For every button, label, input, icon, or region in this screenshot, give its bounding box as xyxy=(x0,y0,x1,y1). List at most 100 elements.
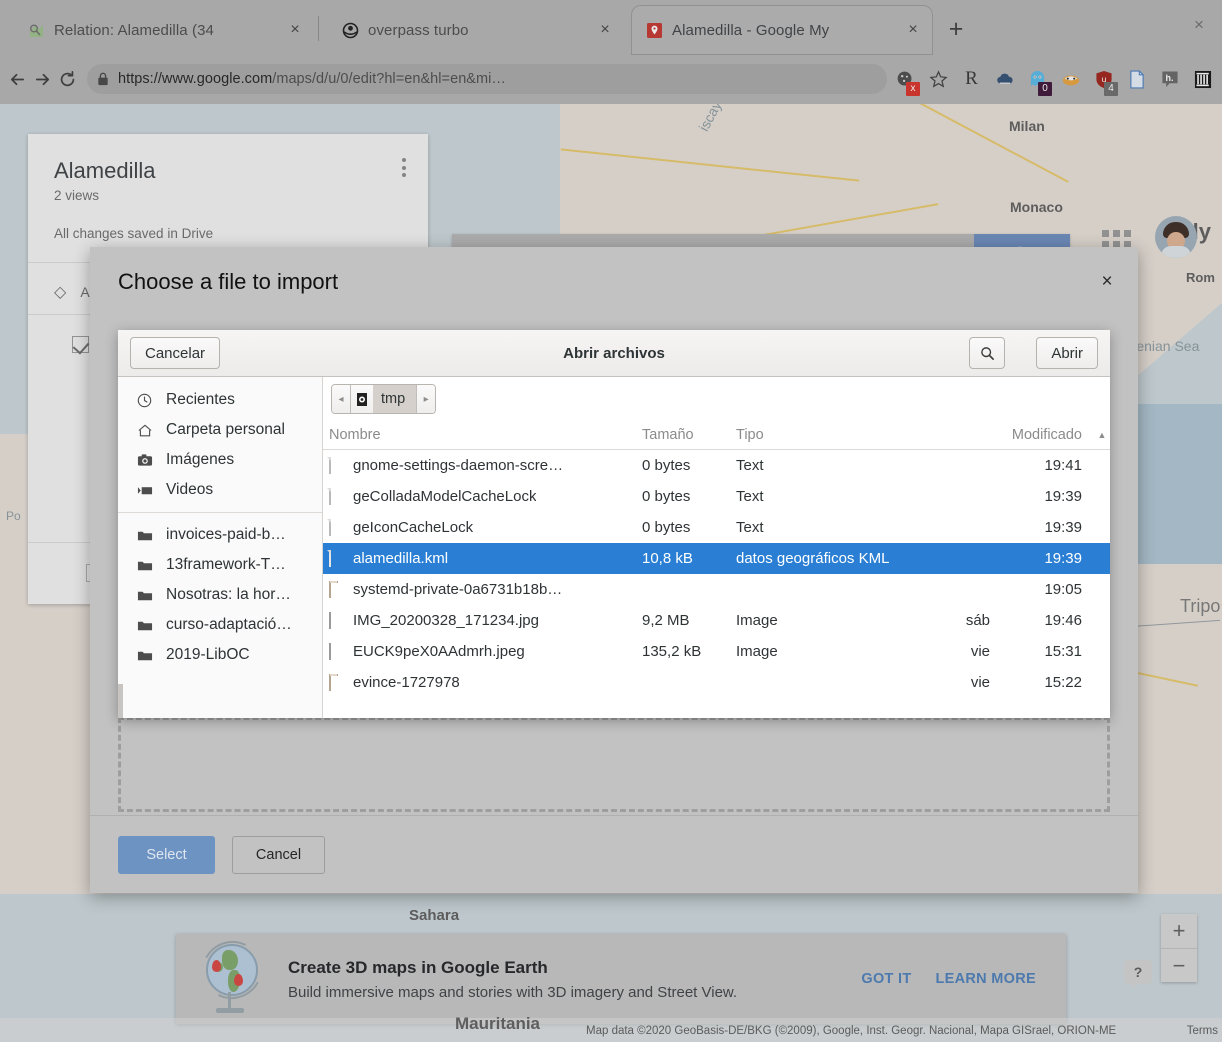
pathbar-row: ◂ tmp ▸ xyxy=(323,377,1110,421)
place-label: Nosotras: la hor… xyxy=(166,586,291,603)
gtk-file-chooser: Cancelar Abrir archivos Abrir Recientes xyxy=(118,330,1110,718)
folder-icon xyxy=(136,529,153,542)
file-modified: 15:22 xyxy=(1044,674,1082,691)
dialog-title: Choose a file to import xyxy=(118,269,339,294)
table-row[interactable]: evince-1727978 vie 15:22 xyxy=(323,667,1110,698)
file-chooser-header: Cancelar Abrir archivos Abrir xyxy=(118,330,1110,377)
table-row[interactable]: EUCK9peX0AAdmrh.jpeg 135,2 kB Image vie … xyxy=(323,636,1110,667)
pathbar-forward-icon[interactable]: ▸ xyxy=(417,385,436,413)
folder-icon xyxy=(329,581,344,598)
bookmark-13framework[interactable]: 13framework-T… xyxy=(118,550,322,580)
file-list[interactable]: Nombre Tamaño Tipo Modificado ▲ gnome-se… xyxy=(323,421,1110,718)
file-modified: 19:41 xyxy=(1044,457,1082,474)
file-day: sáb xyxy=(965,612,990,629)
file-name: geIconCacheLock xyxy=(353,519,474,536)
file-name: systemd-private-0a6731b18b… xyxy=(353,581,563,598)
table-row[interactable]: IMG_20200328_171234.jpg 9,2 MB Image sáb… xyxy=(323,605,1110,636)
file-size: 0 bytes xyxy=(642,457,691,474)
text-file-icon xyxy=(329,488,344,505)
folder-icon xyxy=(136,649,153,662)
table-row-selected[interactable]: alamedilla.kml 10,8 kB datos geográficos… xyxy=(323,543,1110,574)
file-modified: 15:31 xyxy=(1044,643,1082,660)
sort-arrow-icon[interactable]: ▲ xyxy=(1094,430,1110,440)
file-modified: 19:05 xyxy=(1044,581,1082,598)
file-dropzone[interactable] xyxy=(118,717,1110,812)
file-size: 135,2 kB xyxy=(642,643,702,660)
place-label: Videos xyxy=(166,481,214,498)
folder-icon xyxy=(136,589,153,602)
column-header-size[interactable]: Tamaño xyxy=(636,427,730,443)
text-file-icon xyxy=(329,519,344,536)
file-name: evince-1727978 xyxy=(353,674,460,691)
divider xyxy=(118,512,322,513)
folder-icon xyxy=(136,559,153,572)
crumb-label: tmp xyxy=(381,391,406,407)
file-size: 9,2 MB xyxy=(642,612,690,629)
file-type: Image xyxy=(736,643,778,660)
table-row[interactable]: gnome-settings-daemon-scre… 0 bytes Text… xyxy=(323,450,1110,481)
search-icon xyxy=(980,346,994,360)
table-row[interactable]: geIconCacheLock 0 bytes Text 19:39 xyxy=(323,512,1110,543)
sidebar-scrollbar[interactable] xyxy=(118,684,123,718)
table-row[interactable]: geColladaModelCacheLock 0 bytes Text 19:… xyxy=(323,481,1110,512)
file-size: 0 bytes xyxy=(642,519,691,536)
file-name: EUCK9peX0AAdmrh.jpeg xyxy=(353,643,525,660)
close-icon[interactable]: × xyxy=(1094,269,1120,295)
file-chooser-title: Abrir archivos xyxy=(563,344,665,362)
file-modified: 19:46 xyxy=(1044,612,1082,629)
column-header-type[interactable]: Tipo xyxy=(730,427,948,443)
file-browser-pane: ◂ tmp ▸ Nombre Tamaño Tipo Modificado ▲ … xyxy=(323,377,1110,718)
file-type: Image xyxy=(736,612,778,629)
clock-icon xyxy=(136,393,153,408)
place-label: Recientes xyxy=(166,391,235,408)
place-label: 13framework-T… xyxy=(166,556,286,573)
place-label: Imágenes xyxy=(166,451,235,468)
film-icon xyxy=(136,484,153,497)
bookmark-nosotras[interactable]: Nosotras: la hor… xyxy=(118,580,322,610)
pathbar-back-icon[interactable]: ◂ xyxy=(332,385,350,413)
bookmark-2019-libroc[interactable]: 2019-LibOC xyxy=(118,640,322,670)
place-carpeta-personal[interactable]: Carpeta personal xyxy=(118,415,322,445)
file-type: Text xyxy=(736,488,764,505)
place-label: curso-adaptació… xyxy=(166,616,292,633)
text-file-icon xyxy=(329,550,344,567)
file-name: gnome-settings-daemon-scre… xyxy=(353,457,564,474)
table-row[interactable]: systemd-private-0a6731b18b… 19:05 xyxy=(323,574,1110,605)
places-sidebar[interactable]: Recientes Carpeta personal Imágenes Vide… xyxy=(118,377,323,718)
place-videos[interactable]: Videos xyxy=(118,475,322,505)
folder-icon xyxy=(329,674,344,691)
camera-icon xyxy=(136,453,153,467)
file-chooser-body: Recientes Carpeta personal Imágenes Vide… xyxy=(118,377,1110,718)
text-file-icon xyxy=(329,457,344,474)
pathbar[interactable]: ◂ tmp ▸ xyxy=(331,384,437,414)
screen: Milan Monaco Italy Rom rrenian Sea Tripo… xyxy=(0,0,1222,1042)
bookmark-invoices[interactable]: invoices-paid-b… xyxy=(118,520,322,550)
file-modified: 19:39 xyxy=(1044,519,1082,536)
device-icon xyxy=(351,385,373,413)
column-header-modified[interactable]: Modificado xyxy=(996,427,1094,443)
file-name: IMG_20200328_171234.jpg xyxy=(353,612,539,629)
file-list-header: Nombre Tamaño Tipo Modificado ▲ xyxy=(323,421,1110,450)
place-imagenes[interactable]: Imágenes xyxy=(118,445,322,475)
gtk-open-button[interactable]: Abrir xyxy=(1036,337,1098,369)
home-icon xyxy=(136,423,153,438)
image-file-icon xyxy=(329,643,344,660)
file-name: geColladaModelCacheLock xyxy=(353,488,537,505)
place-label: 2019-LibOC xyxy=(166,646,250,663)
place-recientes[interactable]: Recientes xyxy=(118,385,322,415)
file-modified: 19:39 xyxy=(1044,488,1082,505)
folder-icon xyxy=(136,619,153,632)
image-file-icon xyxy=(329,612,344,629)
file-name: alamedilla.kml xyxy=(353,550,449,567)
file-type: Text xyxy=(736,457,764,474)
place-label: invoices-paid-b… xyxy=(166,526,286,543)
column-header-name[interactable]: Nombre xyxy=(323,427,636,443)
select-button[interactable]: Select xyxy=(118,835,215,874)
cancel-button[interactable]: Cancel xyxy=(232,835,325,874)
file-type: datos geográficos KML xyxy=(736,550,890,567)
pathbar-crumb-tmp[interactable]: tmp xyxy=(350,385,418,413)
file-day: vie xyxy=(970,674,990,691)
gtk-search-button[interactable] xyxy=(969,337,1005,369)
dialog-footer: Select Cancel xyxy=(90,815,1138,893)
bookmark-curso-adaptacion[interactable]: curso-adaptació… xyxy=(118,610,322,640)
